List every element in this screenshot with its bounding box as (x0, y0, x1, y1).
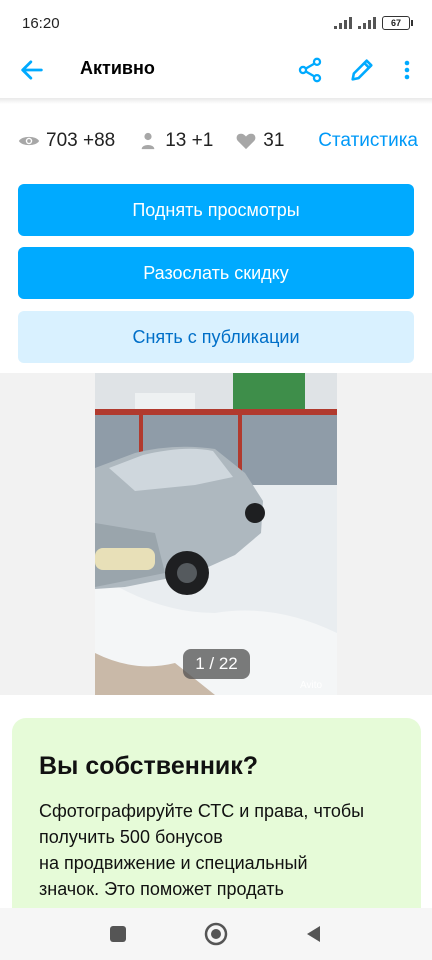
more-vertical-icon[interactable] (398, 56, 416, 84)
status-icons: 67 (334, 16, 413, 30)
owner-promo-card[interactable]: Вы собственник? Сфотографируйте СТС и пр… (12, 718, 421, 938)
watermark: Avito (300, 680, 322, 691)
page-title: Активно (80, 58, 155, 78)
system-nav-bar (0, 908, 432, 960)
eye-icon (18, 136, 40, 146)
status-time: 16:20 (22, 14, 60, 32)
contacts-stat: 13 +1 (137, 130, 213, 152)
circle-home-icon[interactable] (204, 922, 228, 946)
photo-counter: 1 / 22 (183, 649, 250, 679)
promo-text: Сфотографируйте СТС и права, чтобы получ… (39, 801, 365, 899)
heart-icon (236, 133, 256, 150)
views-stat: 703 +88 (18, 130, 115, 152)
triangle-back-icon[interactable] (304, 924, 324, 944)
status-bar: 16:20 67 (0, 0, 432, 46)
battery-icon: 67 (382, 16, 413, 30)
header-shadow (0, 98, 432, 104)
unpublish-button[interactable]: Снять с публикации (18, 311, 414, 363)
views-count: 703 +88 (46, 130, 116, 151)
car-photo-image: Avito (95, 373, 337, 695)
send-discount-button[interactable]: Разослать скидку (18, 247, 414, 299)
app-bar: Активно (0, 46, 432, 96)
favorites-count: 31 (263, 130, 285, 151)
signal-icon (358, 17, 376, 29)
car-photo[interactable]: Avito (95, 373, 337, 695)
arrow-left-icon[interactable] (18, 56, 46, 84)
favorites-stat: 31 (235, 130, 284, 152)
statistics-link[interactable]: Статистика (318, 130, 418, 152)
share-icon[interactable] (296, 56, 324, 84)
person-icon (141, 132, 155, 150)
photo-gallery[interactable]: Avito (0, 373, 432, 695)
promo-title: Вы собственник? (39, 752, 259, 780)
signal-icon (334, 17, 352, 29)
stats-row: 703 +88 13 +1 31 Статистика (18, 126, 418, 156)
square-icon[interactable] (108, 924, 128, 944)
contacts-count: 13 +1 (165, 130, 214, 151)
raise-views-button[interactable]: Поднять просмотры (18, 184, 414, 236)
pencil-icon[interactable] (348, 56, 376, 84)
battery-level: 67 (390, 18, 401, 28)
